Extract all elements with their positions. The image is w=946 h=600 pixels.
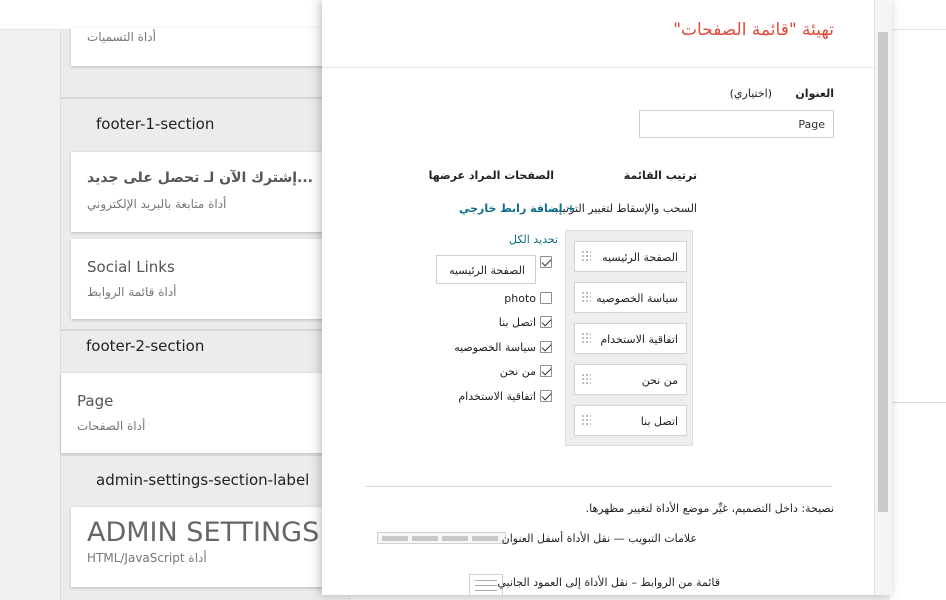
social-gadget-title: Social Links <box>87 258 175 276</box>
labels-gadget[interactable]: أداة التسميات <box>71 28 333 66</box>
title-field-optional: (اختياري) <box>729 87 772 100</box>
page-label-photo: photo <box>504 292 536 305</box>
section-divider <box>61 97 351 99</box>
sortable-item-label: اتفاقية الاستخدام <box>600 333 678 346</box>
title-input[interactable]: Page <box>639 110 834 138</box>
sortable-item-label: من نحن <box>641 374 678 387</box>
page-checkbox-photo[interactable] <box>540 292 552 304</box>
follow-by-email-gadget[interactable]: إشترك الآن لـ تحصل على جديد... أداة متاب… <box>71 152 333 232</box>
add-external-link[interactable]: + إضافة رابط خارجي <box>459 202 576 215</box>
social-links-gadget[interactable]: Social Links أداة قائمة الروابط <box>71 239 333 319</box>
tip-divider <box>366 486 832 487</box>
pages-to-show-header: الصفحات المراد عرضها <box>428 169 554 182</box>
sortable-list: الصفحة الرئيسيه سياسة الخصوصيه اتفاقية ا… <box>565 230 693 446</box>
right-pane <box>890 30 946 600</box>
drag-handle-icon[interactable] <box>581 332 591 345</box>
select-all-link[interactable]: تحديد الكل <box>509 233 558 246</box>
follow-gadget-subtitle: أداة متابعة بالبريد الإلكتروني <box>87 197 227 211</box>
sortable-item[interactable]: اتفاقية الاستخدام <box>574 323 687 354</box>
sortable-item-label: الصفحة الرئيسيه <box>602 251 678 264</box>
page-checkbox-privacy[interactable] <box>540 341 552 353</box>
sortable-item[interactable]: اتصل بنا <box>574 405 687 436</box>
page-checkbox-about[interactable] <box>540 365 552 377</box>
scrollbar-track[interactable] <box>874 0 892 595</box>
section-divider <box>61 329 351 331</box>
layout-column: أداة التسميات footer-1-section إشترك الآ… <box>60 28 351 600</box>
drag-handle-icon[interactable] <box>581 414 591 427</box>
follow-gadget-title: إشترك الآن لـ تحصل على جديد... <box>87 170 313 186</box>
page-label-privacy: سياسة الخصوصيه <box>454 341 536 354</box>
dialog-header: تهيئة "قائمة الصفحات" <box>322 0 874 68</box>
sortable-item-label: اتصل بنا <box>640 415 678 428</box>
dialog-title: تهيئة "قائمة الصفحات" <box>673 20 834 40</box>
tip-text: نصيحة: داخل التصميم، غيِّر موضع الأداة ل… <box>585 502 834 515</box>
section-divider <box>61 454 351 456</box>
footer-2-section-label: footer-2-section <box>86 337 205 355</box>
pages-gadget-title: Page <box>77 392 114 410</box>
list-order-header: ترتيب القائمة <box>623 169 697 182</box>
title-field-label: العنوان <box>795 87 834 100</box>
pages-gadget[interactable]: Page أداة الصفحات <box>61 373 333 453</box>
tabs-option-text: علامات التبويب — نقل الأداة أسفل العنوان <box>501 532 697 545</box>
admin-gadget-subtitle: HTML/JavaScript أداة <box>87 551 207 565</box>
sortable-item[interactable]: سياسة الخصوصيه <box>574 282 687 313</box>
page-label-about: من نحن <box>499 365 536 378</box>
sortable-item[interactable]: من نحن <box>574 364 687 395</box>
home-page-checkbox[interactable] <box>540 256 552 268</box>
tabs-layout-preview-icon <box>377 532 506 544</box>
admin-settings-gadget[interactable]: ADMIN SETTINGS HTML/JavaScript أداة <box>71 507 333 587</box>
labels-gadget-subtitle: أداة التسميات <box>87 30 156 44</box>
page-checkbox-contact[interactable] <box>540 316 552 328</box>
pages-gadget-subtitle: أداة الصفحات <box>77 419 146 433</box>
sortable-item-label: سياسة الخصوصيه <box>596 292 678 305</box>
list-option-text: قائمة من الروابط – نقل الأداة إلى العمود… <box>497 576 720 589</box>
social-gadget-subtitle: أداة قائمة الروابط <box>87 285 177 299</box>
home-page-title-input[interactable]: الصفحة الرئيسيه <box>436 255 536 284</box>
scrollbar-thumb[interactable] <box>878 32 888 512</box>
admin-settings-section-label: admin-settings-section-label <box>96 471 310 489</box>
admin-gadget-title: ADMIN SETTINGS <box>87 517 320 548</box>
configure-pages-dialog: تهيئة "قائمة الصفحات" العنوان (اختياري) … <box>322 0 892 595</box>
page-label-contact: اتصل بنا <box>498 316 536 329</box>
page-label-terms: اتفاقية الاستخدام <box>458 390 536 403</box>
drag-handle-icon[interactable] <box>581 291 591 304</box>
page-checkbox-terms[interactable] <box>540 390 552 402</box>
footer-1-section-label: footer-1-section <box>96 115 215 133</box>
sortable-item[interactable]: الصفحة الرئيسيه <box>574 241 687 272</box>
drag-handle-icon[interactable] <box>581 373 591 386</box>
drag-handle-icon[interactable] <box>581 250 591 263</box>
